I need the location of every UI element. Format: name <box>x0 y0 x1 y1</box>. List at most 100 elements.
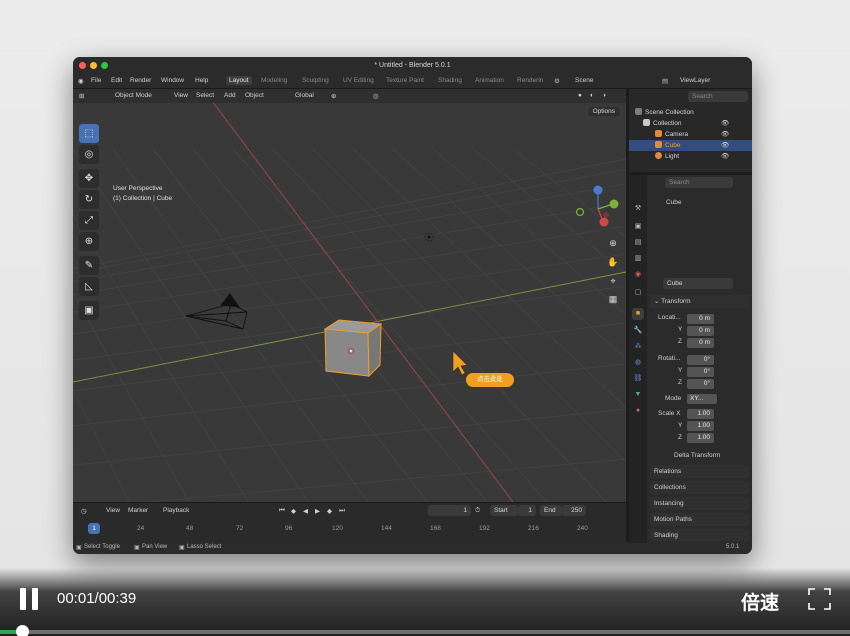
fullscreen-icon[interactable] <box>808 588 831 610</box>
workspace-tab-layout[interactable]: Layout <box>226 76 252 85</box>
constraints-tab-icon[interactable]: ⛓ <box>632 373 644 385</box>
scale-y-field[interactable]: 1.00 <box>687 421 714 431</box>
viewport-menu-view[interactable]: View <box>174 92 188 99</box>
location-x-field[interactable]: 0 m <box>687 314 714 324</box>
instancing-panel-header[interactable]: Instancing <box>650 497 749 510</box>
options-dropdown[interactable]: Options <box>587 107 620 116</box>
material-tab-icon[interactable]: ● <box>632 405 644 417</box>
workspace-tab-modeling[interactable]: Modeling <box>261 77 287 84</box>
workspace-tab-shading[interactable]: Shading <box>438 77 462 84</box>
zoom-window-button[interactable] <box>101 62 108 69</box>
zoom-view-icon[interactable]: ⊕ <box>606 236 620 250</box>
select-box-tool-icon[interactable]: ⬚ <box>79 124 99 143</box>
move-tool-icon[interactable]: ✥ <box>79 169 99 188</box>
camera-object[interactable] <box>185 293 248 330</box>
workspace-tab-sculpting[interactable]: Sculpting <box>302 77 329 84</box>
rotation-mode-dropdown[interactable]: XY... <box>687 394 717 404</box>
scale-x-field[interactable]: 1.00 <box>687 409 714 419</box>
timeline-editor-icon[interactable]: ◷ <box>81 507 87 515</box>
play-icon[interactable]: ▶ <box>315 507 320 515</box>
playback-speed-button[interactable]: 倍速 <box>741 588 779 615</box>
shading-material-icon[interactable]: ◐ <box>590 92 594 99</box>
outliner-item-scene-collection[interactable]: Scene Collection <box>629 107 752 118</box>
rotation-z-field[interactable]: 0° <box>687 379 714 389</box>
object-tab-icon[interactable]: ■ <box>632 308 644 320</box>
tool-tab-icon[interactable]: ⚒ <box>632 203 644 215</box>
start-frame-field[interactable]: 1 <box>518 505 536 516</box>
visibility-eye-icon[interactable]: 👁 <box>721 140 729 151</box>
rotation-y-field[interactable]: 0° <box>687 367 714 377</box>
transform-tool-icon[interactable]: ⊕ <box>79 232 99 251</box>
progress-bar[interactable] <box>0 625 850 636</box>
physics-tab-icon[interactable]: ◍ <box>632 357 644 369</box>
perspective-toggle-icon[interactable]: ▦ <box>606 292 620 306</box>
progress-bar-handle[interactable] <box>16 625 30 636</box>
play-reverse-icon[interactable]: ◀ <box>303 507 308 515</box>
menu-help[interactable]: Help <box>195 77 208 84</box>
transform-panel-header[interactable]: ⌄ Transform <box>650 295 749 308</box>
next-key-icon[interactable]: ◆ <box>327 507 332 515</box>
shading-panel-header[interactable]: Shading <box>650 529 749 541</box>
workspace-tab-uv-editing[interactable]: UV Editing <box>343 77 374 84</box>
object-name-field[interactable]: Cube <box>663 278 733 289</box>
measure-tool-icon[interactable]: ◺ <box>79 277 99 296</box>
outliner-item-collection[interactable]: Collection 👁 <box>629 118 752 129</box>
menu-edit[interactable]: Edit <box>111 77 122 84</box>
object-mode-dropdown[interactable]: Object Mode <box>115 92 152 99</box>
location-z-field[interactable]: 0 m <box>687 338 714 348</box>
3d-viewport[interactable]: ⊞ Object Mode View Select Add Object Glo… <box>73 89 626 502</box>
data-tab-icon[interactable]: ▼ <box>632 389 644 401</box>
scale-z-field[interactable]: 1.00 <box>687 433 714 443</box>
menu-window[interactable]: Window <box>161 77 184 84</box>
scene-tab-icon[interactable]: ◉ <box>632 269 644 281</box>
prev-key-icon[interactable]: ◆ <box>291 507 296 515</box>
outliner-item-camera[interactable]: Camera 👁 <box>629 129 752 140</box>
workspace-tab-texture-paint[interactable]: Texture Paint <box>386 77 424 84</box>
properties-editor[interactable]: ⚒ ▣ ▤ ▥ ◉ ▢ ■ 🔧 ⁂ ◍ ⛓ ▼ ● Search Cube Cu… <box>629 174 752 543</box>
workspace-tab-animation[interactable]: Animation <box>475 77 504 84</box>
orientation-dropdown[interactable]: Global <box>295 92 314 99</box>
shading-solid-icon[interactable]: ● <box>578 92 582 99</box>
timeline-menu-marker[interactable]: Marker <box>128 507 148 514</box>
timeline-menu-view[interactable]: View <box>106 507 120 514</box>
end-frame-field[interactable]: 250 <box>562 505 586 516</box>
viewport-menu-object[interactable]: Object <box>245 92 264 99</box>
visibility-eye-icon[interactable]: 👁 <box>721 151 729 162</box>
navigation-gizmo[interactable] <box>573 184 623 234</box>
properties-search-field[interactable]: Search <box>665 177 733 188</box>
menu-render[interactable]: Render <box>130 77 151 84</box>
viewport-menu-select[interactable]: Select <box>196 92 214 99</box>
add-cube-tool-icon[interactable]: ▣ <box>79 301 99 320</box>
visibility-eye-icon[interactable]: 👁 <box>721 118 729 129</box>
proportional-edit-icon[interactable]: ◎ <box>373 92 379 100</box>
render-tab-icon[interactable]: ▣ <box>632 221 644 233</box>
outliner-item-light[interactable]: Light 👁 <box>629 151 752 162</box>
location-y-field[interactable]: 0 m <box>687 326 714 336</box>
view-layer-selector[interactable]: ViewLayer <box>680 77 710 84</box>
scene-icon[interactable]: ⚙ <box>554 77 560 85</box>
cursor-tool-icon[interactable]: ◎ <box>79 145 99 164</box>
rotate-tool-icon[interactable]: ↻ <box>79 190 99 209</box>
modifier-tab-icon[interactable]: 🔧 <box>632 325 644 337</box>
menu-file[interactable]: File <box>91 77 101 84</box>
view-layer-icon[interactable]: ▤ <box>662 77 668 85</box>
annotate-tool-icon[interactable]: ✎ <box>79 256 99 275</box>
delta-transform-subpanel[interactable]: Delta Transform <box>674 452 720 459</box>
collections-panel-header[interactable]: Collections <box>650 481 749 494</box>
relations-panel-header[interactable]: Relations <box>650 465 749 478</box>
visibility-eye-icon[interactable]: 👁 <box>721 129 729 140</box>
particles-tab-icon[interactable]: ⁂ <box>632 341 644 353</box>
output-tab-icon[interactable]: ▤ <box>632 237 644 249</box>
stopwatch-icon[interactable]: ⏱ <box>475 507 480 515</box>
jump-start-icon[interactable]: ⏮ <box>279 507 285 515</box>
blender-logo-icon[interactable]: ◉ <box>78 77 84 85</box>
jump-end-icon[interactable]: ⏭ <box>339 507 345 515</box>
scene-selector[interactable]: Scene <box>575 77 593 84</box>
timeline-menu-playback[interactable]: Playback <box>163 507 189 514</box>
motion-paths-panel-header[interactable]: Motion Paths <box>650 513 749 526</box>
viewport-menu-add[interactable]: Add <box>224 92 236 99</box>
rotation-x-field[interactable]: 0° <box>687 355 714 365</box>
minimize-window-button[interactable] <box>90 62 97 69</box>
outliner-item-cube[interactable]: Cube 👁 <box>629 140 752 151</box>
camera-view-icon[interactable]: ⌖ <box>606 274 620 288</box>
